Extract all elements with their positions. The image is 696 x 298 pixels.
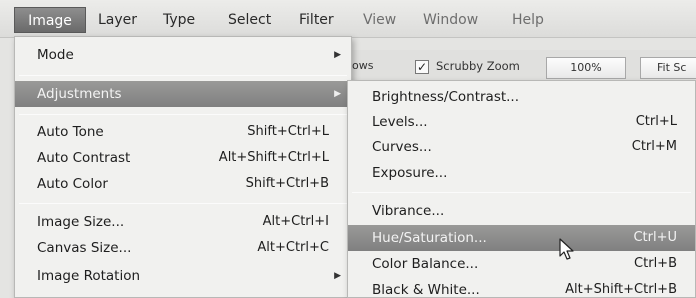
menu-item-label: Adjustments — [37, 86, 122, 102]
menu-item-label: Levels... — [372, 114, 428, 130]
menu-filter[interactable]: Filter — [299, 9, 334, 31]
menu-item-shortcut: Alt+Ctrl+I — [262, 214, 329, 229]
menu-item-label: Canvas Size... — [37, 240, 132, 256]
menu-item-hue-saturation[interactable]: Hue/Saturation... Ctrl+U — [348, 225, 695, 251]
menu-item-auto-tone[interactable]: Auto Tone Shift+Ctrl+L — [15, 120, 351, 144]
image-menu-dropdown: Mode ▶ Adjustments ▶ Auto Tone Shift+Ctr… — [14, 36, 352, 298]
menu-item-black-white[interactable]: Black & White... Alt+Shift+Ctrl+B — [348, 278, 695, 298]
menu-item-exposure[interactable]: Exposure... — [348, 161, 695, 185]
menu-item-levels[interactable]: Levels... Ctrl+L — [348, 110, 695, 134]
menu-item-image-rotation[interactable]: Image Rotation ▶ — [15, 264, 351, 288]
menu-select[interactable]: Select — [228, 9, 271, 31]
menu-item-label: Exposure... — [372, 165, 448, 181]
separator — [352, 192, 691, 193]
menu-help[interactable]: Help — [512, 9, 544, 31]
menu-type[interactable]: Type — [163, 9, 195, 31]
menu-item-canvas-size[interactable]: Canvas Size... Alt+Ctrl+C — [15, 236, 351, 260]
menu-item-label: Image Size... — [37, 214, 125, 230]
menu-item-shortcut: Ctrl+M — [631, 139, 677, 154]
menu-item-adjustments[interactable]: Adjustments ▶ — [15, 81, 351, 107]
menu-layer[interactable]: Layer — [98, 9, 137, 31]
menu-item-color-balance[interactable]: Color Balance... Ctrl+B — [348, 252, 695, 276]
separator — [19, 203, 347, 204]
menu-window[interactable]: Window — [423, 9, 478, 31]
menu-item-shortcut: Shift+Ctrl+B — [245, 176, 329, 191]
menu-item-label: Hue/Saturation... — [372, 230, 487, 246]
menu-item-shortcut: Alt+Shift+Ctrl+B — [565, 282, 677, 297]
adjustments-submenu: Brightness/Contrast... Levels... Ctrl+L … — [347, 80, 696, 298]
menu-item-image-size[interactable]: Image Size... Alt+Ctrl+I — [15, 210, 351, 234]
menu-item-label: Auto Color — [37, 176, 108, 192]
separator — [19, 114, 347, 115]
menu-item-auto-contrast[interactable]: Auto Contrast Alt+Shift+Ctrl+L — [15, 146, 351, 170]
menu-item-shortcut: Alt+Ctrl+C — [257, 240, 329, 255]
scrubby-zoom-label: Scrubby Zoom — [436, 59, 520, 73]
menu-item-label: Auto Contrast — [37, 150, 131, 166]
menu-bar: Image Layer Type Select Filter View Wind… — [0, 0, 696, 38]
fit-screen-button[interactable]: Fit Sc — [640, 57, 696, 79]
menu-item-auto-color[interactable]: Auto Color Shift+Ctrl+B — [15, 172, 351, 196]
menu-item-label: Image Rotation — [37, 268, 141, 284]
zoom-field[interactable]: 100% — [546, 57, 626, 79]
menu-item-label: Vibrance... — [372, 203, 445, 219]
menu-item-shortcut: Ctrl+L — [635, 114, 677, 129]
options-partial-label: ows — [352, 59, 374, 72]
menu-item-vibrance[interactable]: Vibrance... — [348, 199, 695, 223]
submenu-arrow-icon: ▶ — [334, 271, 341, 281]
submenu-arrow-icon: ▶ — [334, 89, 341, 99]
menu-item-shortcut: Alt+Shift+Ctrl+L — [218, 150, 329, 165]
menu-view[interactable]: View — [363, 9, 396, 31]
menu-image[interactable]: Image — [14, 7, 86, 33]
menu-item-label: Black & White... — [372, 282, 480, 298]
menu-item-shortcut: Shift+Ctrl+L — [247, 124, 329, 139]
menu-item-label: Color Balance... — [372, 256, 479, 272]
menu-item-curves[interactable]: Curves... Ctrl+M — [348, 135, 695, 159]
menu-item-mode[interactable]: Mode ▶ — [15, 43, 351, 67]
scrubby-zoom-checkbox[interactable]: ✓ — [415, 60, 429, 74]
menu-item-shortcut: Ctrl+U — [633, 230, 677, 245]
menu-item-label: Mode — [37, 47, 74, 63]
menu-item-label: Auto Tone — [37, 124, 104, 140]
separator — [19, 75, 347, 76]
submenu-arrow-icon: ▶ — [334, 50, 341, 60]
mouse-pointer-icon — [559, 238, 574, 260]
menu-item-brightness-contrast[interactable]: Brightness/Contrast... — [348, 85, 695, 109]
menu-item-shortcut: Ctrl+B — [634, 256, 677, 271]
menu-item-label: Brightness/Contrast... — [372, 89, 520, 105]
menu-item-label: Curves... — [372, 139, 432, 155]
